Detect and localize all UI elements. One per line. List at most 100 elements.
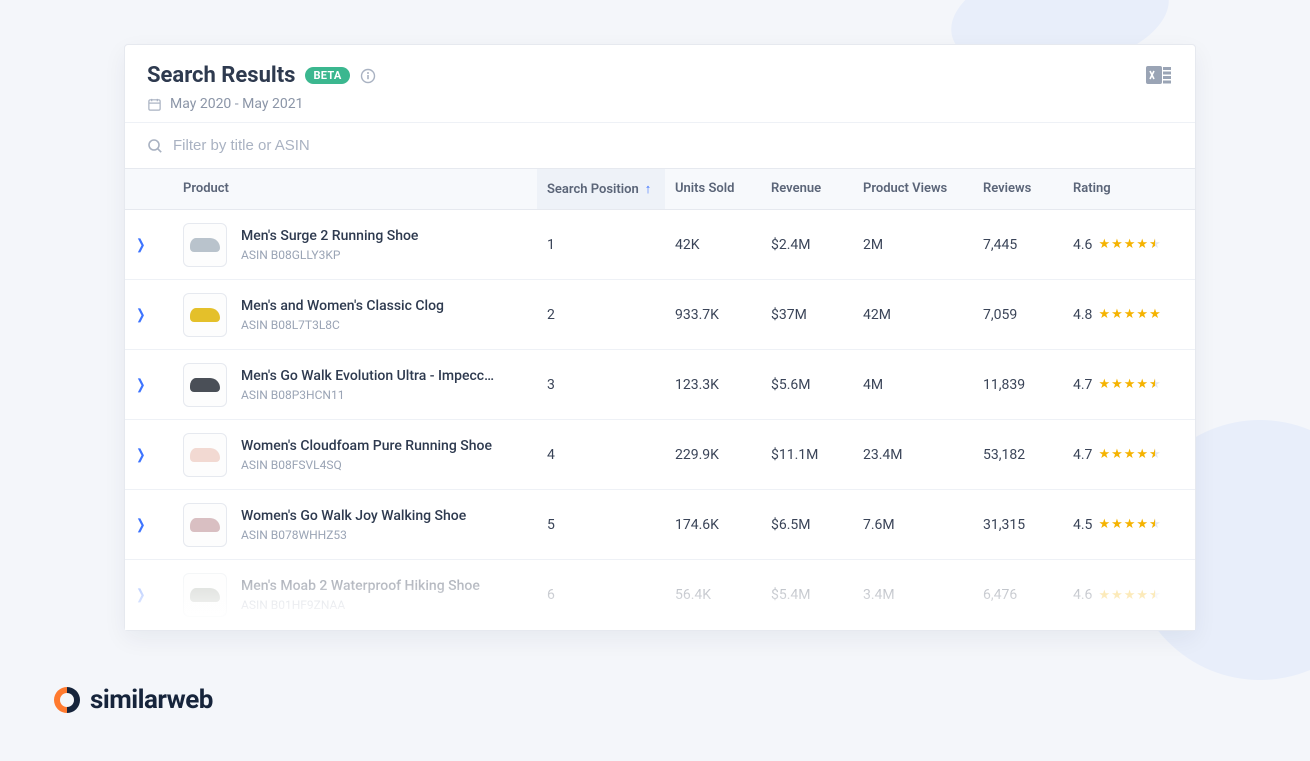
cell-reviews: 7,445 (973, 225, 1063, 265)
cell-views: 2M (853, 225, 973, 265)
export-excel-button[interactable] (1145, 63, 1173, 87)
cell-position: 2 (537, 295, 665, 335)
expand-toggle[interactable]: ❯ (136, 587, 145, 603)
page-title: Search Results (147, 63, 295, 88)
star-icon: ★ (1111, 377, 1123, 392)
star-icon: ★ (1136, 377, 1148, 392)
cell-views: 3.4M (853, 575, 973, 615)
cell-rating: 4.6★★★★★ (1063, 225, 1195, 265)
rating-stars: ★★★★★ (1098, 588, 1160, 603)
cell-units: 123.3K (665, 365, 761, 405)
star-icon: ★ (1136, 517, 1148, 532)
brand-logo-icon (54, 687, 80, 713)
col-search-position[interactable]: Search Position ↑ (537, 169, 665, 209)
product-thumbnail[interactable] (183, 363, 227, 407)
star-icon: ★ (1111, 307, 1123, 322)
col-label: Search Position (547, 182, 639, 197)
brand-name: similarweb (90, 685, 213, 715)
cell-position: 4 (537, 435, 665, 475)
product-title[interactable]: Men's and Women's Classic Clog (241, 298, 444, 314)
star-half-icon: ★ (1149, 237, 1161, 252)
shoe-icon (190, 588, 220, 602)
cell-reviews: 7,059 (973, 295, 1063, 335)
expand-toggle[interactable]: ❯ (136, 447, 145, 463)
star-icon: ★ (1098, 447, 1110, 462)
star-icon: ★ (1136, 588, 1148, 603)
table-row: ❯ Women's Cloudfoam Pure Running ShoeASIN… (125, 420, 1195, 490)
star-half-icon: ★ (1149, 517, 1161, 532)
product-thumbnail[interactable] (183, 433, 227, 477)
cell-rating: 4.8★★★★★ (1063, 295, 1195, 335)
star-icon: ★ (1124, 517, 1136, 532)
product-cell: Women's Go Walk Joy Walking Shoe ASIN B07… (173, 491, 537, 559)
info-icon[interactable] (360, 68, 376, 84)
col-units-sold[interactable]: Units Sold (665, 169, 761, 209)
cell-rating: 4.5 ★★★★★ (1063, 505, 1195, 545)
search-results-panel: Search Results BETA May 2020 - May 2021 (124, 44, 1196, 631)
rating-stars: ★★★★★ (1098, 307, 1160, 322)
cell-rating: 4.7★★★★★ (1063, 365, 1195, 405)
product-asin: ASIN B08L7T3L8C (241, 318, 444, 332)
product-thumbnail[interactable] (183, 223, 227, 267)
rating-stars: ★★★★★ (1098, 517, 1160, 532)
star-half-icon: ★ (1149, 447, 1161, 462)
col-rating[interactable]: Rating (1063, 169, 1195, 209)
cell-units: 229.9K (665, 435, 761, 475)
sort-asc-icon: ↑ (645, 181, 652, 197)
product-title[interactable]: Women's Go Walk Joy Walking Shoe (241, 508, 466, 524)
product-asin: ASIN B078WHHZ53 (241, 528, 466, 542)
cell-revenue: $37M (761, 295, 853, 335)
cell-reviews: 6,476 (973, 575, 1063, 615)
star-icon: ★ (1111, 517, 1123, 532)
col-reviews[interactable]: Reviews (973, 169, 1063, 209)
product-asin: ASIN B08P3HCN11 (241, 388, 501, 402)
shoe-icon (190, 308, 220, 322)
star-icon: ★ (1124, 377, 1136, 392)
expand-cell: ❯ (125, 365, 173, 405)
rating-value: 4.7 (1073, 447, 1092, 463)
expand-toggle[interactable]: ❯ (136, 517, 145, 533)
product-thumbnail[interactable] (183, 573, 227, 617)
table-row: ❯Men's Surge 2 Running ShoeASIN B08GLLY3… (125, 210, 1195, 280)
expand-toggle[interactable]: ❯ (136, 377, 145, 393)
star-icon: ★ (1124, 237, 1136, 252)
star-half-icon: ★ (1149, 588, 1161, 603)
cell-revenue: $6.5M (761, 505, 853, 545)
product-thumbnail[interactable] (183, 293, 227, 337)
cell-views: 7.6M (853, 505, 973, 545)
product-cell: Women's Cloudfoam Pure Running ShoeASIN … (173, 421, 537, 489)
table-header: Product Search Position ↑ Units Sold Rev… (125, 168, 1195, 210)
expand-toggle[interactable]: ❯ (136, 237, 145, 253)
brand: similarweb (54, 685, 213, 715)
expand-cell: ❯ (125, 575, 173, 615)
product-title[interactable]: Men's Go Walk Evolution Ultra - Impecca… (241, 368, 501, 384)
cell-revenue: $5.4M (761, 575, 853, 615)
star-icon: ★ (1111, 447, 1123, 462)
cell-views: 4M (853, 365, 973, 405)
table-row: ❯ Men's and Women's Classic Clog ASIN B08L… (125, 280, 1195, 350)
product-title[interactable]: Women's Cloudfoam Pure Running Shoe (241, 438, 492, 454)
rating-value: 4.5 (1073, 517, 1092, 533)
star-icon: ★ (1098, 307, 1110, 322)
expand-cell: ❯ (125, 225, 173, 265)
expand-toggle[interactable]: ❯ (136, 307, 145, 323)
cell-rating: 4.6★★★★★ (1063, 575, 1195, 615)
expand-cell: ❯ (125, 295, 173, 335)
product-title[interactable]: Men's Moab 2 Waterproof Hiking Shoe (241, 578, 480, 594)
col-revenue[interactable]: Revenue (761, 169, 853, 209)
cell-rating: 4.7★★★★★ (1063, 435, 1195, 475)
product-title[interactable]: Men's Surge 2 Running Shoe (241, 228, 418, 244)
cell-revenue: $11.1M (761, 435, 853, 475)
cell-position: 1 (537, 225, 665, 265)
product-thumbnail[interactable] (183, 503, 227, 547)
calendar-icon (147, 97, 162, 112)
col-product-views[interactable]: Product Views (853, 169, 973, 209)
rating-value: 4.6 (1073, 237, 1092, 253)
star-icon: ★ (1136, 307, 1148, 322)
panel-header: Search Results BETA May 2020 - May 2021 (125, 45, 1195, 122)
filter-input[interactable] (173, 137, 1173, 154)
col-product[interactable]: Product (173, 169, 537, 209)
table-row: ❯ Women's Go Walk Joy Walking Shoe ASIN B0… (125, 490, 1195, 560)
cell-position: 5 (537, 505, 665, 545)
product-cell: Men's and Women's Classic Clog ASIN B08L7… (173, 281, 537, 349)
